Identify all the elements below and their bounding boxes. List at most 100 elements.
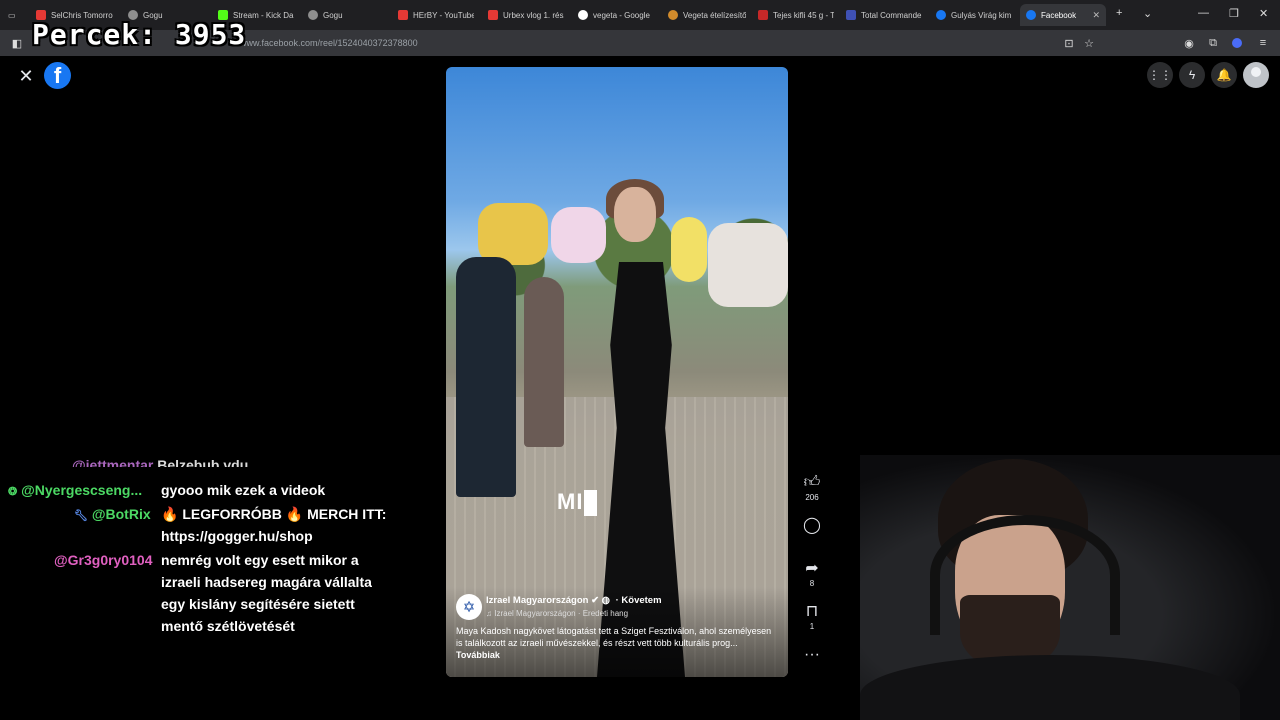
description-text: Maya Kadosh nagykövet látogatást tett a … — [456, 626, 772, 648]
ellipsis-icon: ··· — [804, 646, 820, 663]
chat-message-text: egy kislány segítésére sietett — [161, 596, 355, 612]
chat-message-text: Belzebub vdu — [157, 457, 249, 467]
sziget-letter-balloon — [551, 207, 606, 263]
bystander — [456, 257, 516, 497]
extensions-icon[interactable]: ⧉ — [1206, 36, 1220, 50]
close-reel-button[interactable]: ✕ — [12, 62, 40, 90]
chat-message: ❂ @Nyergescseng... — [8, 482, 142, 498]
browser-tab[interactable]: Urbex vlog 1. rész — [488, 4, 564, 26]
save-count: 1 — [809, 622, 815, 631]
audio-label: Izrael Magyarországon · Eredeti hang — [494, 609, 629, 618]
reel-video[interactable]: MI ✡ Izrael Magyarországon ✔ ◍ · Követem… — [446, 67, 788, 677]
subtitle-cursor — [584, 490, 598, 517]
chat-username: @Nyergescseng... — [21, 482, 143, 498]
tab-favicon-icon — [488, 10, 498, 20]
tab-label: Vegeta ételízesítő — [683, 10, 746, 20]
tab-label: Gogu — [323, 10, 343, 20]
profile-icon[interactable]: ◉ — [1182, 36, 1196, 50]
woman-face — [614, 187, 656, 242]
share-button[interactable]: ➦ 8 — [800, 560, 824, 588]
music-note-icon: ♫ — [486, 609, 492, 618]
bystander — [524, 277, 564, 447]
bell-icon: 🔔 — [1216, 68, 1232, 82]
browser-tab-active[interactable]: Facebook ✕ — [1020, 4, 1106, 26]
restore-icon[interactable]: ❐ — [1229, 7, 1239, 20]
page-name-link[interactable]: Izrael Magyarországon — [486, 595, 588, 606]
chat-message-text: nemrég volt egy esett mikor a — [161, 552, 359, 568]
bookmark-icon: ⊓ — [805, 603, 819, 620]
tab-favicon-icon — [668, 10, 678, 20]
account-badge-icon[interactable] — [1230, 36, 1244, 50]
tab-favicon-icon — [1026, 10, 1036, 20]
messenger-button[interactable]: ϟ — [1179, 62, 1205, 88]
chat-message-text: mentő szétlövetését — [161, 618, 295, 634]
like-count: 206 — [805, 493, 819, 502]
tab-label: Facebook — [1041, 10, 1077, 20]
tab-favicon-icon — [846, 10, 856, 20]
apps-menu-button[interactable]: ⋮⋮ — [1147, 62, 1173, 88]
tab-label: vegeta - Google — [593, 10, 650, 20]
chat-message-text: https://gogger.hu/shop — [161, 528, 313, 544]
chat-badge-icon: ❂ — [8, 486, 18, 498]
browser-tab[interactable]: Total Commande — [846, 4, 924, 26]
comment-bubble-icon: ◯ — [803, 517, 821, 534]
tab-label: HErBY - YouTube — [413, 10, 474, 20]
like-button[interactable]: 👍︎ 206 — [800, 474, 824, 502]
account-avatar[interactable] — [1243, 62, 1269, 88]
see-more-link[interactable]: Továbbiak — [456, 650, 500, 660]
chat-message-text: 🔥 LEGFORRÓBB 🔥 MERCH ITT: — [161, 506, 387, 522]
tab-favicon-icon — [308, 10, 318, 20]
star-of-david-icon: ✡ — [462, 599, 476, 616]
chat-username: @BotRix — [91, 506, 151, 522]
window-close-icon[interactable]: ✕ — [1259, 7, 1268, 20]
sidebar-toggle-icon[interactable]: ◧ — [10, 36, 24, 50]
tab-favicon-icon — [936, 10, 946, 20]
streamer-body — [860, 655, 1240, 720]
browser-tab[interactable]: Vegeta ételízesítő — [668, 4, 746, 26]
chat-message: @Gr3g0ry0104 — [54, 552, 153, 568]
browser-tab[interactable]: vegeta - Google — [578, 4, 652, 26]
page-avatar[interactable]: ✡ — [456, 594, 482, 620]
browser-tab[interactable]: Gulyás Virág kim — [936, 4, 1012, 26]
tab-list-chevron-icon[interactable]: ⌄ — [1143, 7, 1152, 20]
tab-label: Gulyás Virág kim — [951, 10, 1012, 20]
save-button[interactable]: ⊓ 1 — [800, 603, 824, 631]
more-options-button[interactable]: ··· — [800, 646, 824, 664]
browser-tab[interactable]: Gogu — [308, 4, 348, 26]
menu-icon[interactable]: ≡ — [1256, 36, 1270, 50]
audio-row[interactable]: ♫ Izrael Magyarországon · Eredeti hang — [486, 609, 628, 618]
chat-message: 🔧︎ @BotRix — [74, 506, 151, 522]
video-subtitle: MI — [557, 489, 598, 517]
wrench-icon: 🔧︎ — [74, 510, 88, 522]
chat-partial-message: @jettmentar Belzebub vdu — [72, 457, 248, 467]
streamer-headphones — [930, 515, 1120, 635]
streamer-webcam — [860, 455, 1280, 720]
sziget-letter-balloon — [671, 217, 707, 282]
bookmark-star-icon[interactable]: ☆ — [1082, 36, 1096, 50]
comment-button[interactable]: ◯ — [800, 517, 824, 535]
reel-description: Maya Kadosh nagykövet látogatást tett a … — [456, 625, 774, 661]
page-name-row: Izrael Magyarországon ✔ ◍ · Követem — [486, 595, 662, 606]
new-tab-icon[interactable]: + — [1116, 7, 1122, 19]
globe-icon: ◍ — [601, 595, 610, 606]
browser-tab[interactable]: Tejes kifli 45 g - T — [758, 4, 834, 26]
chat-message-text: izraeli hadsereg magára vállalta — [161, 574, 372, 590]
chat-username: @Gr3g0ry0104 — [54, 552, 153, 568]
sziget-letter-balloon — [478, 203, 548, 265]
tab-close-icon[interactable]: ✕ — [1092, 10, 1100, 21]
url-field[interactable]: www.facebook.com/reel/1524040372378800 — [240, 38, 418, 48]
close-icon: ✕ — [18, 65, 34, 86]
minimize-icon[interactable]: — — [1198, 7, 1209, 19]
tab-actions-icon[interactable]: ▭ — [8, 4, 22, 26]
tab-favicon-icon — [758, 10, 768, 20]
install-app-icon[interactable]: ⊡ — [1062, 36, 1076, 50]
tab-label: Total Commande — [861, 10, 922, 20]
grid-icon: ⋮⋮ — [1148, 68, 1172, 82]
facebook-logo-icon[interactable]: f — [44, 62, 71, 89]
tab-favicon-icon — [578, 10, 588, 20]
notifications-button[interactable]: 🔔 — [1211, 62, 1237, 88]
follow-button[interactable]: · Követem — [616, 595, 662, 606]
browser-tab[interactable]: HErBY - YouTube — [398, 4, 474, 26]
thumbs-up-icon: 👍︎ — [803, 474, 821, 491]
share-count: 8 — [809, 579, 815, 588]
